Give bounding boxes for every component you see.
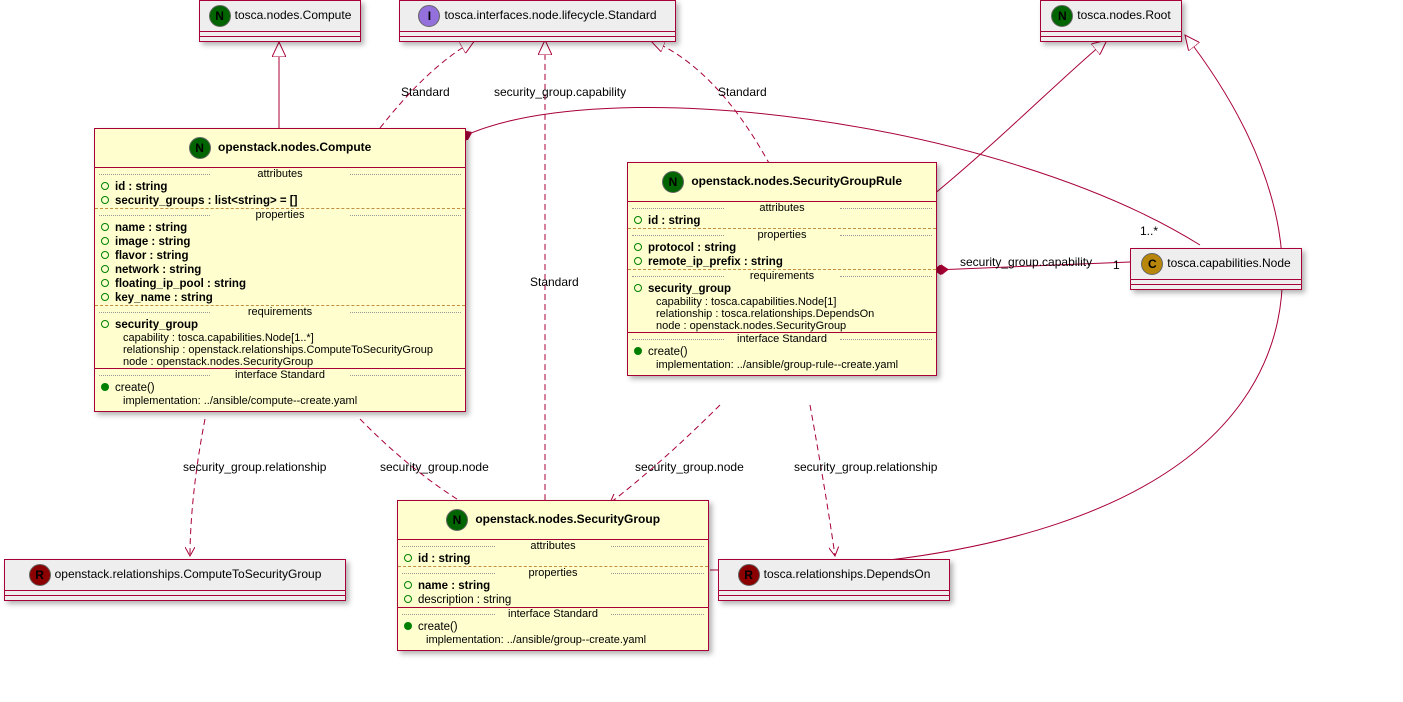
relationship-stereotype-icon: R <box>29 564 51 586</box>
sgrule-attr-id: id : string <box>648 215 700 227</box>
sgrule-req-name: security_group <box>648 283 731 295</box>
compute-req-rel: relationship : openstack.relationships.C… <box>95 344 465 356</box>
sg-iface-create: create() <box>418 621 458 633</box>
edge-label-standard: Standard <box>401 85 450 99</box>
compute-prop-fip: floating_ip_pool : string <box>115 278 246 290</box>
capability-stereotype-icon: C <box>1141 253 1163 275</box>
compute-req-cap: capability : tosca.capabilities.Node[1..… <box>95 332 465 344</box>
section-interface: interface Standard <box>628 333 936 345</box>
sgrule-prop-remote: remote_ip_prefix : string <box>648 256 783 268</box>
compute-iface-impl: implementation: ../ansible/compute--crea… <box>95 395 465 411</box>
sg-iface-impl: implementation: ../ansible/group--create… <box>398 634 708 650</box>
edge-label-sg-cap: security_group.capability <box>960 255 1092 269</box>
edge-label-standard: Standard <box>530 275 579 289</box>
rel-dependson-box: Rtosca.relationships.DependsOn <box>718 559 950 601</box>
section-properties: properties <box>398 566 708 579</box>
sg-title: openstack.nodes.SecurityGroup <box>475 512 660 526</box>
section-requirements: requirements <box>95 305 465 318</box>
node-stereotype-icon: N <box>446 509 468 531</box>
compute-prop-flavor: flavor : string <box>115 250 188 262</box>
sgrule-title: openstack.nodes.SecurityGroupRule <box>691 174 902 188</box>
tosca-capabilities-node-box: Ctosca.capabilities.Node <box>1130 248 1302 290</box>
tosca-lifecycle-box: Itosca.interfaces.node.lifecycle.Standar… <box>399 0 676 42</box>
openstack-sg-box: N openstack.nodes.SecurityGroup attribut… <box>397 500 709 651</box>
tosca-root-label: tosca.nodes.Root <box>1077 8 1170 22</box>
tosca-compute-label: tosca.nodes.Compute <box>235 8 352 22</box>
section-interface: interface Standard <box>95 369 465 381</box>
compute-iface-create: create() <box>115 382 155 394</box>
section-attributes: attributes <box>95 168 465 180</box>
section-properties: properties <box>628 228 936 241</box>
sgrule-iface-create: create() <box>648 346 688 358</box>
relationship-stereotype-icon: R <box>738 564 760 586</box>
compute-prop-network: network : string <box>115 264 201 276</box>
tosca-lifecycle-label: tosca.interfaces.node.lifecycle.Standard <box>444 8 656 22</box>
edge-label-mult: 1 <box>1113 258 1120 272</box>
compute-req-node: node : openstack.nodes.SecurityGroup <box>95 356 465 368</box>
compute-prop-name: name : string <box>115 222 187 234</box>
node-stereotype-icon: N <box>209 5 231 27</box>
tosca-nodes-compute-box: Ntosca.nodes.Compute <box>199 0 361 42</box>
sg-prop-name: name : string <box>418 580 490 592</box>
section-attributes: attributes <box>398 540 708 552</box>
edge-label-standard: Standard <box>718 85 767 99</box>
edge-label-sg-rel: security_group.relationship <box>794 460 937 474</box>
sgrule-req-rel: relationship : tosca.relationships.Depen… <box>628 308 936 320</box>
node-stereotype-icon: N <box>189 137 211 159</box>
interface-stereotype-icon: I <box>418 5 440 27</box>
rel-dependson-label: tosca.relationships.DependsOn <box>764 567 931 581</box>
edge-label-sg-cap: security_group.capability <box>494 85 626 99</box>
compute-req-name: security_group <box>115 319 198 331</box>
sgrule-req-node: node : openstack.nodes.SecurityGroup <box>628 320 936 332</box>
edge-label-sg-node: security_group.node <box>635 460 744 474</box>
edge-label-sg-node: security_group.node <box>380 460 489 474</box>
compute-prop-keyname: key_name : string <box>115 292 213 304</box>
section-attributes: attributes <box>628 202 936 214</box>
tosca-root-box: Ntosca.nodes.Root <box>1040 0 1182 42</box>
sg-prop-desc: description : string <box>418 594 511 606</box>
sg-attr-id: id : string <box>418 553 470 565</box>
section-requirements: requirements <box>628 269 936 282</box>
tosca-capability-label: tosca.capabilities.Node <box>1167 256 1290 270</box>
section-interface: interface Standard <box>398 608 708 620</box>
compute-title: openstack.nodes.Compute <box>218 140 371 154</box>
edge-label-mult: 1..* <box>1140 224 1158 238</box>
compute-attr-id: id : string <box>115 181 167 193</box>
rel-c2sg-box: Ropenstack.relationships.ComputeToSecuri… <box>4 559 346 601</box>
sgrule-prop-protocol: protocol : string <box>648 242 736 254</box>
openstack-compute-box: N openstack.nodes.Compute attributes id … <box>94 128 466 412</box>
compute-prop-image: image : string <box>115 236 190 248</box>
openstack-sgrule-box: N openstack.nodes.SecurityGroupRule attr… <box>627 162 937 376</box>
edge-label-sg-rel: security_group.relationship <box>183 460 326 474</box>
sgrule-iface-impl: implementation: ../ansible/group-rule--c… <box>628 359 936 375</box>
node-stereotype-icon: N <box>1051 5 1073 27</box>
rel-c2sg-label: openstack.relationships.ComputeToSecurit… <box>55 567 322 581</box>
sgrule-req-cap: capability : tosca.capabilities.Node[1] <box>628 296 936 308</box>
compute-attr-sg: security_groups : list<string> = [] <box>115 195 297 207</box>
section-properties: properties <box>95 208 465 221</box>
node-stereotype-icon: N <box>662 171 684 193</box>
